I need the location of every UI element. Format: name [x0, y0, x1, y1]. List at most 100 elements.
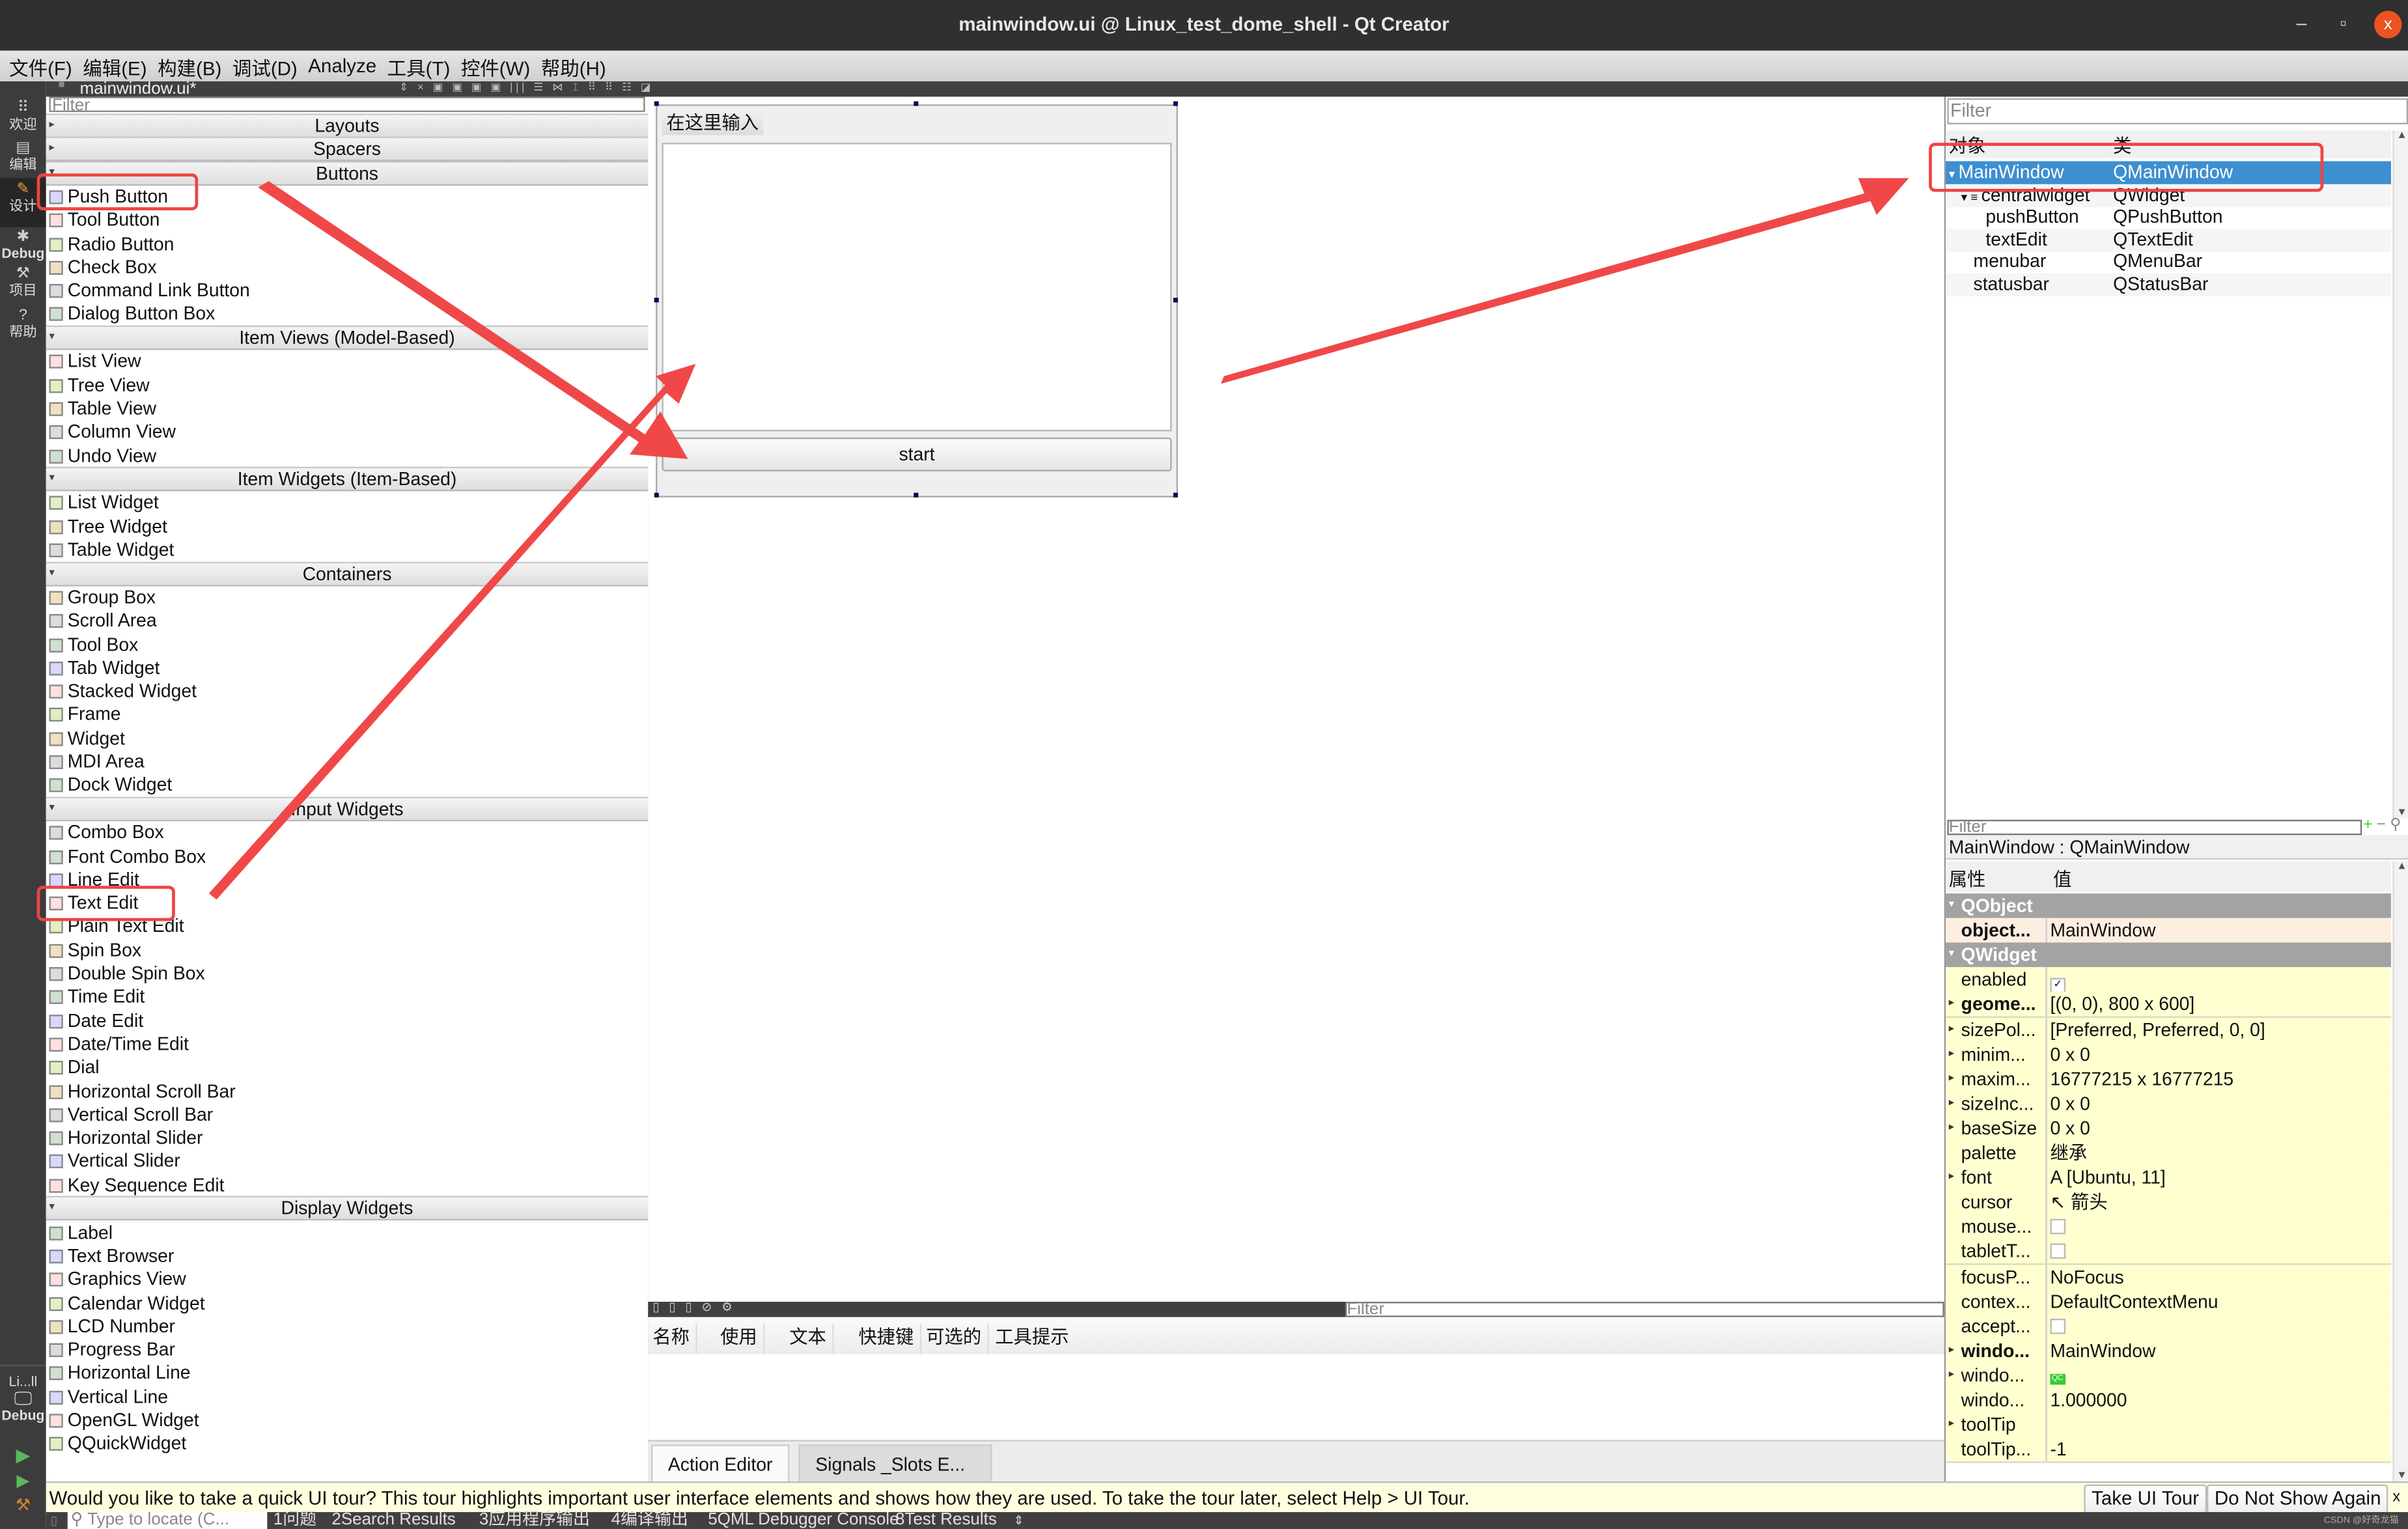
file-tab[interactable]: mainwindow.ui*: [80, 80, 197, 98]
widget-category-spacers[interactable]: ▸ Spacers: [46, 137, 649, 162]
resize-handle[interactable]: [654, 101, 659, 106]
build-icon[interactable]: ⚒: [0, 1498, 46, 1515]
menu-window[interactable]: 控件(W): [461, 51, 530, 81]
widget-category-containers[interactable]: ▾ Containers: [46, 561, 649, 586]
menu-file[interactable]: 文件(F): [9, 51, 72, 81]
widget-item-horizontal-line[interactable]: Horizontal Line: [49, 1362, 191, 1385]
property-value[interactable]: ↖ 箭头: [2045, 1190, 2108, 1215]
form-editor-tools[interactable]: ⇕ × ▣ ▣ ▣ ▣ ||| ☰ ⋈ ⌶ ⠿ ⠿ ☷ ◪: [399, 81, 654, 95]
chevron-right-icon[interactable]: ▸: [1949, 1338, 1954, 1363]
sidebar-toggle-icon[interactable]: ▯: [51, 1512, 57, 1529]
output-tab-test-results[interactable]: 8Test Results: [895, 1511, 997, 1529]
widget-item-label[interactable]: Label: [49, 1222, 113, 1244]
property-row[interactable]: toolTip... -1: [1946, 1437, 2392, 1464]
widget-item-table-widget[interactable]: Table Widget: [49, 539, 174, 561]
property-row[interactable]: ▸ maxim... 16777215 x 16777215: [1946, 1066, 2392, 1093]
widget-item-command-link-button[interactable]: Command Link Button: [49, 279, 250, 302]
object-inspector-scrollbar[interactable]: ▲ ▼: [2392, 130, 2408, 818]
object-tree-row[interactable]: menubar QMenuBar: [1946, 251, 2391, 274]
widget-item-vertical-slider[interactable]: Vertical Slider: [49, 1151, 180, 1173]
widget-item-lcd-number[interactable]: LCD Number: [49, 1315, 175, 1338]
widget-item-tree-view[interactable]: Tree View: [49, 374, 150, 397]
widget-item-time-edit[interactable]: Time Edit: [49, 986, 145, 1009]
resize-handle[interactable]: [1173, 298, 1178, 303]
column-header[interactable]: 快捷键: [858, 1323, 922, 1354]
widget-item-column-view[interactable]: Column View: [49, 421, 176, 443]
more-tabs-icon[interactable]: ⇕: [1014, 1512, 1024, 1529]
property-value[interactable]: [2045, 1412, 2050, 1437]
debug-run-icon[interactable]: ▶: [0, 1473, 46, 1491]
property-row[interactable]: ▸ windo... QC: [1946, 1363, 2392, 1390]
column-header[interactable]: 名称: [652, 1323, 697, 1354]
widget-item-graphics-view[interactable]: Graphics View: [49, 1269, 186, 1291]
output-tab-app-output[interactable]: 3应用程序输出: [479, 1511, 590, 1529]
mode-help[interactable]: ? 帮助: [0, 307, 46, 341]
widget-item-font-combo-box[interactable]: Font Combo Box: [49, 845, 206, 868]
mode-debug[interactable]: ✱ Debug: [0, 229, 46, 262]
chevron-right-icon[interactable]: ▸: [1949, 1042, 1954, 1067]
property-value[interactable]: ✓: [2045, 967, 2066, 994]
widget-category-item-widgets-item-based[interactable]: ▾ Item Widgets (Item-Based): [46, 466, 649, 492]
widget-item-progress-bar[interactable]: Progress Bar: [49, 1339, 175, 1362]
widget-item-undo-view[interactable]: Undo View: [49, 444, 156, 467]
property-row[interactable]: cursor ↖ 箭头: [1946, 1190, 2392, 1216]
widget-item-horizontal-scroll-bar[interactable]: Horizontal Scroll Bar: [49, 1080, 236, 1102]
widget-category-input-widgets[interactable]: ▾ Input Widgets: [46, 796, 649, 821]
property-value[interactable]: MainWindow: [2045, 918, 2155, 943]
property-row[interactable]: tabletT...: [1946, 1239, 2392, 1266]
property-value[interactable]: 0 x 0: [2045, 1091, 2090, 1116]
action-filter-input[interactable]: Filter: [1345, 1301, 1944, 1318]
widget-item-horizontal-slider[interactable]: Horizontal Slider: [49, 1127, 203, 1150]
widget-item-group-box[interactable]: Group Box: [49, 586, 156, 609]
column-header[interactable]: 文本: [789, 1323, 834, 1354]
column-header[interactable]: 使用: [720, 1323, 765, 1354]
property-row[interactable]: ▸ geome... [(0, 0), 800 x 600]: [1946, 992, 2392, 1018]
column-header[interactable]: 值: [2053, 866, 2071, 892]
checkbox[interactable]: [2050, 1318, 2066, 1334]
property-row[interactable]: accept...: [1946, 1313, 2392, 1340]
chevron-right-icon[interactable]: ▸: [1949, 992, 1954, 1017]
widget-item-double-spin-box[interactable]: Double Spin Box: [49, 962, 205, 985]
output-tab-compile[interactable]: 4编译输出: [611, 1511, 688, 1529]
widget-item-scroll-area[interactable]: Scroll Area: [49, 610, 157, 632]
column-header[interactable]: 工具提示: [995, 1323, 1075, 1354]
object-tree-row[interactable]: textEdit QTextEdit: [1946, 228, 2392, 252]
property-row[interactable]: ▸ baseSize 0 x 0: [1946, 1115, 2392, 1142]
resize-handle[interactable]: [1173, 101, 1178, 106]
checkbox[interactable]: [2050, 1244, 2066, 1259]
chevron-right-icon[interactable]: ▸: [1949, 1116, 1954, 1141]
property-value[interactable]: [(0, 0), 800 x 600]: [2045, 992, 2194, 1017]
widget-item-dock-widget[interactable]: Dock Widget: [49, 774, 172, 797]
chevron-right-icon[interactable]: ▸: [1949, 1363, 1954, 1388]
form-editor-canvas[interactable]: 在这里输入 start: [648, 96, 1944, 1302]
object-filter-input[interactable]: Filter: [1947, 98, 2408, 124]
form-start-button[interactable]: start: [662, 437, 1172, 471]
property-value[interactable]: NoFocus: [2045, 1264, 2124, 1289]
notice-close-button[interactable]: x: [2392, 1483, 2400, 1513]
chevron-right-icon[interactable]: ▸: [1949, 1067, 1954, 1091]
property-row[interactable]: contex... DefaultContextMenu: [1946, 1289, 2392, 1315]
resize-handle[interactable]: [654, 492, 659, 498]
widget-item-mdi-area[interactable]: MDI Area: [49, 751, 145, 774]
remove-property-icon[interactable]: −: [2377, 817, 2386, 834]
widget-item-tool-box[interactable]: Tool Box: [49, 633, 138, 656]
chevron-right-icon[interactable]: ▸: [1949, 1091, 1954, 1116]
action-table-body[interactable]: [648, 1354, 1944, 1440]
widget-item-tool-button[interactable]: Tool Button: [49, 209, 160, 232]
menu-help[interactable]: 帮助(H): [541, 51, 606, 81]
widget-item-text-browser[interactable]: Text Browser: [49, 1245, 174, 1268]
main-window-form[interactable]: 在这里输入 start: [656, 104, 1178, 498]
property-value[interactable]: 继承: [2045, 1140, 2087, 1166]
object-tree-row[interactable]: pushButton QPushButton: [1946, 206, 2391, 229]
maximize-button[interactable]: ▫: [2340, 12, 2347, 34]
property-value[interactable]: A [Ubuntu, 11]: [2045, 1165, 2166, 1190]
property-value[interactable]: QC: [2045, 1363, 2065, 1388]
do-not-show-again-button[interactable]: Do Not Show Again: [2207, 1484, 2389, 1514]
widget-item-stacked-widget[interactable]: Stacked Widget: [49, 680, 197, 703]
menu-edit[interactable]: 编辑(E): [83, 51, 147, 81]
close-button[interactable]: x: [2374, 10, 2402, 38]
widget-item-calendar-widget[interactable]: Calendar Widget: [49, 1292, 205, 1315]
resize-handle[interactable]: [914, 492, 919, 498]
take-ui-tour-button[interactable]: Take UI Tour: [2084, 1484, 2207, 1514]
widget-item-qquickwidget[interactable]: QQuickWidget: [49, 1433, 186, 1455]
